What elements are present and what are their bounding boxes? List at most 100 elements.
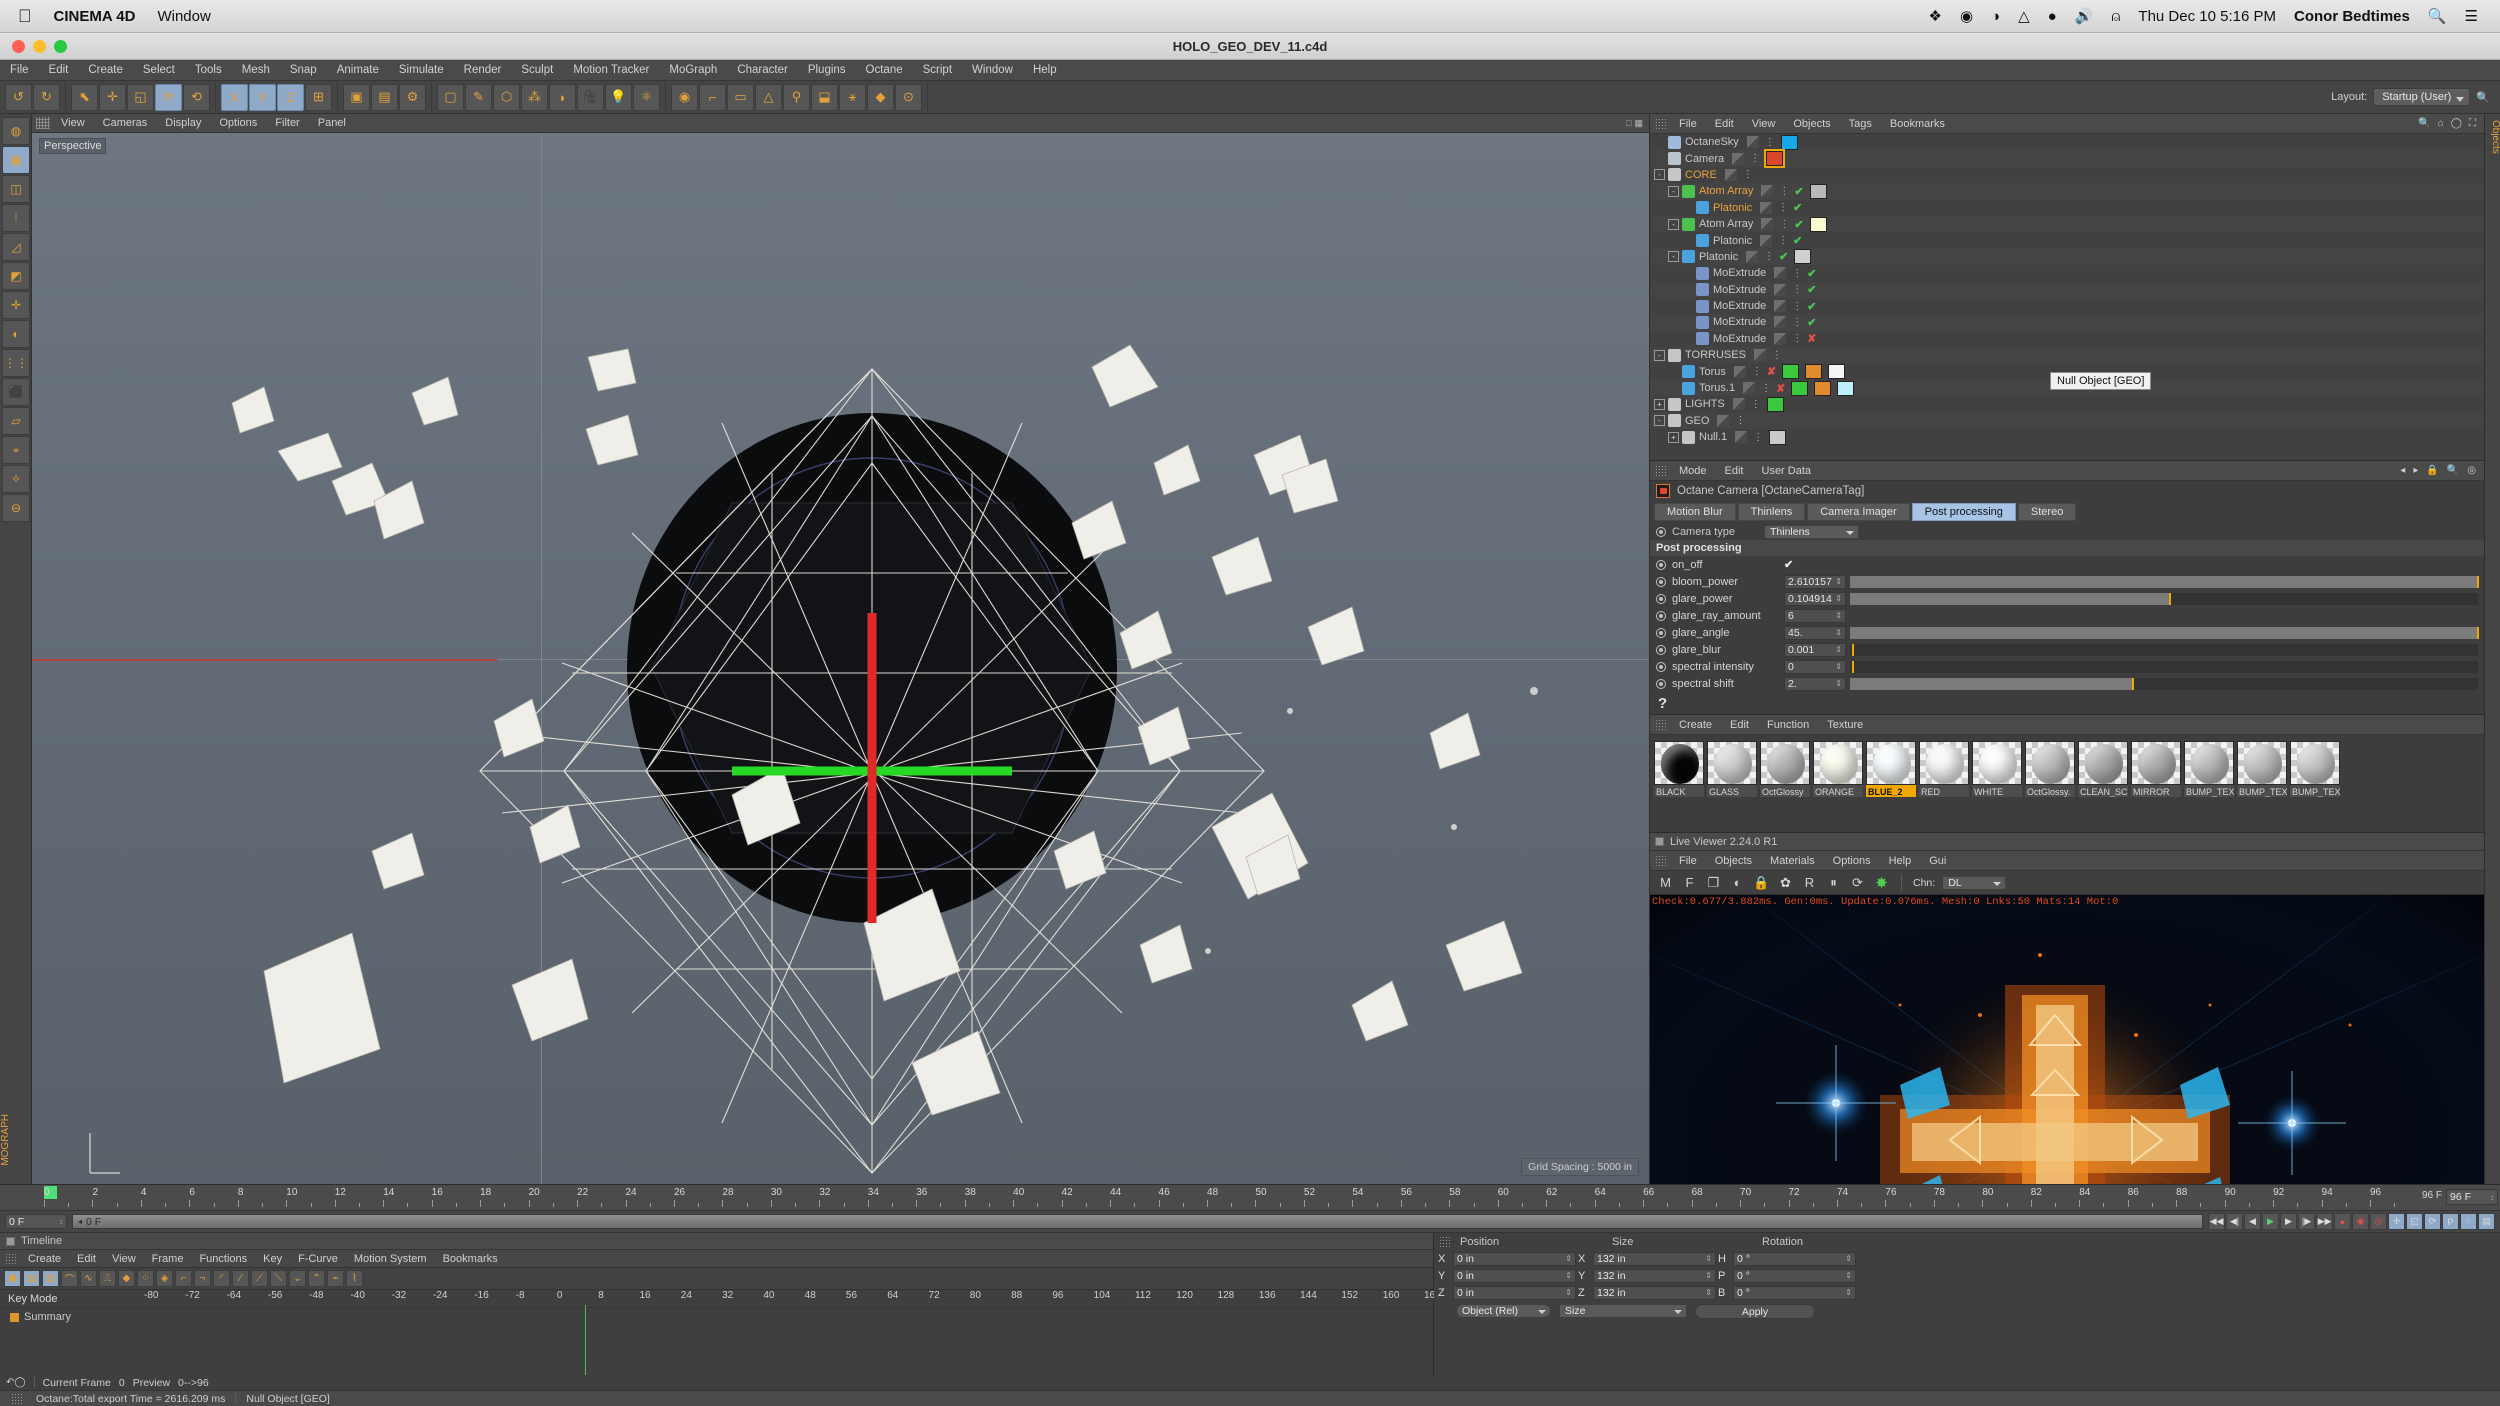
generator-icon[interactable]: ⬡: [493, 83, 520, 111]
viewport-menu-filter[interactable]: Filter: [266, 117, 308, 129]
nvidia-icon[interactable]: ◑: [1991, 8, 2000, 25]
property-bullet-icon[interactable]: [1656, 678, 1666, 689]
undo-icon[interactable]: ↺: [5, 83, 32, 111]
panel-grip-icon[interactable]: [1655, 855, 1668, 866]
property-bullet-icon[interactable]: [1656, 559, 1666, 570]
tl-menu-fcurve[interactable]: F-Curve: [290, 1253, 346, 1265]
object-name[interactable]: Platonic: [1713, 202, 1752, 214]
viewport-menu-panel[interactable]: Panel: [309, 117, 355, 129]
disabled-x-icon[interactable]: ✘: [1807, 332, 1816, 345]
symmetry-icon[interactable]: ⊖: [2, 494, 30, 522]
panel-grip-icon[interactable]: [5, 1253, 18, 1264]
property-value-field[interactable]: 2. ⇕: [1784, 676, 1846, 691]
transport-controls[interactable]: ◀◀ ◀| ◀ ▶ ▶ |▶ ▶▶ ● ◉ ◎ ✛ ◱ ⟳ P ⁘ ▤: [2208, 1213, 2495, 1230]
uv-points-icon[interactable]: ⋮⋮: [2, 349, 30, 377]
main-menu-mograph[interactable]: MoGraph: [659, 60, 727, 81]
material-cell[interactable]: RED: [1919, 741, 1969, 797]
tl-menu-frame[interactable]: Frame: [144, 1253, 192, 1265]
property-value-field[interactable]: 6 ⇕: [1784, 608, 1846, 623]
spline-pen-icon[interactable]: ✎: [465, 83, 492, 111]
material-thumbnail[interactable]: [1654, 741, 1704, 785]
object-row[interactable]: + LIGHTS ⋮: [1650, 396, 2484, 412]
am-menu-mode[interactable]: Mode: [1670, 465, 1716, 477]
material-preview-icon[interactable]: ◐: [1729, 874, 1746, 891]
ease-out-icon[interactable]: ¬: [194, 1270, 211, 1287]
light-tag[interactable]: [1766, 396, 1784, 412]
zero-length-icon[interactable]: ⌃: [308, 1270, 325, 1287]
property-bullet-icon[interactable]: [1656, 627, 1666, 638]
object-name[interactable]: OctaneSky: [1685, 136, 1739, 148]
lv-menu-gui[interactable]: Gui: [1920, 855, 1955, 867]
object-name[interactable]: Atom Array: [1699, 185, 1753, 197]
am-menu-edit[interactable]: Edit: [1716, 465, 1753, 477]
coordinate-value-field[interactable]: 0 in ⇕: [1453, 1285, 1576, 1300]
octane-start-render-icon[interactable]: ✸: [1873, 874, 1890, 892]
soft-icon[interactable]: ◜: [213, 1270, 230, 1287]
linear-interp-icon[interactable]: ⌒: [61, 1270, 78, 1287]
object-row[interactable]: + Null.1 ⋮: [1650, 429, 2484, 445]
tl-menu-bookmarks[interactable]: Bookmarks: [435, 1253, 506, 1265]
material-thumbnail[interactable]: [1813, 741, 1863, 785]
active-app-name[interactable]: CINEMA 4D: [54, 8, 136, 25]
expand-icon[interactable]: ⛶: [2469, 118, 2476, 129]
play-icon[interactable]: ▶: [2262, 1213, 2279, 1230]
object-name[interactable]: Torus: [1699, 366, 1726, 378]
collapse-icon[interactable]: -: [1654, 169, 1665, 181]
point-mode-icon[interactable]: ⦙: [2, 204, 30, 232]
coordinate-value-field[interactable]: 132 in ⇕: [1593, 1285, 1716, 1300]
material-cell[interactable]: ORANGE: [1813, 741, 1863, 797]
home-icon[interactable]: ⌂: [2438, 118, 2444, 129]
om-menu-file[interactable]: File: [1670, 118, 1706, 130]
time-scrubber[interactable]: ◂ 0 F: [72, 1214, 2203, 1229]
om-menu-view[interactable]: View: [1743, 118, 1785, 130]
visibility-toggle-icon[interactable]: [1732, 398, 1745, 411]
material-cell[interactable]: GLASS: [1707, 741, 1757, 797]
material-tag[interactable]: [1809, 216, 1827, 232]
motion-mode-icon[interactable]: ▤: [23, 1270, 40, 1287]
position-key-icon[interactable]: ✛: [2388, 1213, 2405, 1230]
step-interp-icon[interactable]: ⎍: [99, 1270, 116, 1287]
menu-bar-user[interactable]: Conor Bedtimes: [2294, 8, 2410, 25]
object-name[interactable]: CORE: [1685, 169, 1717, 181]
lock-icon[interactable]: 🔒: [2426, 465, 2438, 476]
lv-menu-options[interactable]: Options: [1824, 855, 1880, 867]
collapse-icon[interactable]: ◯: [2451, 118, 2462, 129]
cube-primitive-icon[interactable]: ▢: [437, 83, 464, 111]
timeline-toggle-icon[interactable]: ▤: [2478, 1213, 2495, 1230]
timeline-mode-icon[interactable]: ▥: [42, 1270, 59, 1287]
object-name[interactable]: LIGHTS: [1685, 398, 1725, 410]
prev-arrow-icon[interactable]: ◂: [2400, 465, 2405, 476]
ease-in-icon[interactable]: ⌐: [175, 1270, 192, 1287]
search-icon[interactable]: 🔍: [2476, 91, 2490, 104]
layout-dropdown[interactable]: Startup (User): [2373, 88, 2471, 106]
property-value-field[interactable]: 0.104914 ⇕: [1784, 591, 1846, 606]
render-region-icon[interactable]: ▤: [371, 83, 398, 111]
main-menu-motion-tracker[interactable]: Motion Tracker: [563, 60, 659, 81]
snap-icon[interactable]: ⌖: [2, 436, 30, 464]
material-cell[interactable]: OctGlossy: [1760, 741, 1810, 797]
polygon-mode-icon[interactable]: ◩: [2, 262, 30, 290]
material-cell[interactable]: BUMP_TEX: [2290, 741, 2340, 797]
object-row[interactable]: - Platonic ⋮ ✔: [1650, 248, 2484, 266]
enabled-check-icon[interactable]: ✔: [1793, 234, 1802, 247]
light-icon[interactable]: 💡: [605, 83, 632, 111]
viewport-menu-display[interactable]: Display: [156, 117, 210, 129]
collapse-icon[interactable]: -: [1654, 415, 1665, 427]
lv-menu-objects[interactable]: Objects: [1706, 855, 1761, 867]
octane-sky-tag[interactable]: [1780, 134, 1798, 150]
main-menu-tools[interactable]: Tools: [185, 60, 232, 81]
array-icon[interactable]: ⁂: [521, 83, 548, 111]
go-to-end-icon[interactable]: ▶▶: [2316, 1213, 2333, 1230]
rotate-icon[interactable]: ⟳: [155, 83, 182, 111]
render-settings-icon[interactable]: ✿: [1777, 874, 1794, 891]
om-menu-objects[interactable]: Objects: [1784, 118, 1839, 130]
visibility-toggle-icon[interactable]: [1732, 152, 1745, 165]
property-value-field[interactable]: 2.610157 ⇕: [1784, 574, 1846, 589]
material-name[interactable]: WHITE: [1972, 785, 2022, 797]
axis-origin-icon[interactable]: ⌐: [699, 83, 726, 111]
coordinate-value-field[interactable]: 0 ° ⇕: [1733, 1268, 1856, 1283]
dropbox-icon[interactable]: ❖: [1929, 7, 1942, 25]
material-thumbnail[interactable]: [2131, 741, 2181, 785]
property-slider[interactable]: [1850, 575, 2479, 588]
material-thumbnail[interactable]: [2290, 741, 2340, 785]
